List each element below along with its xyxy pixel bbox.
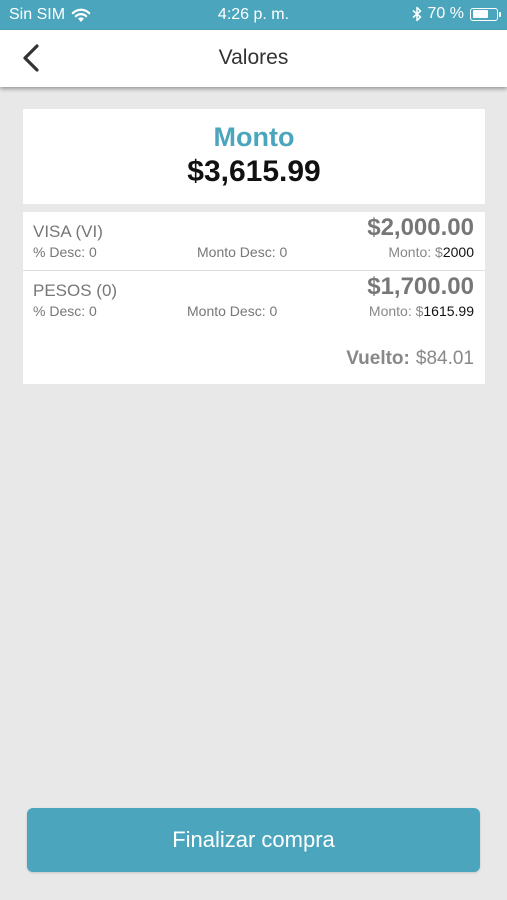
discount-amount: Monto Desc: 0: [187, 303, 278, 319]
payment-row-pesos[interactable]: PESOS (0) $1,700.00 % Desc: 0 Monto Desc…: [23, 271, 485, 329]
payment-monto: Monto: $2000: [388, 244, 474, 260]
payment-method-name: VISA (VI): [33, 222, 103, 241]
discount-percent: % Desc: 0: [33, 244, 97, 260]
navigation-bar: Valores: [0, 30, 507, 87]
change-value: $84.01: [415, 348, 474, 369]
finalize-purchase-button[interactable]: Finalizar compra: [27, 808, 480, 872]
payment-row-visa[interactable]: VISA (VI) $2,000.00 % Desc: 0 Monto Desc…: [23, 212, 485, 270]
discount-amount: Monto Desc: 0: [197, 244, 288, 260]
monto-value: 2000: [442, 244, 474, 260]
battery-fill: [472, 10, 488, 18]
battery-percent: 70 %: [427, 5, 464, 22]
amount-value: $3,615.99: [187, 155, 321, 188]
payment-method-name: PESOS (0): [33, 281, 118, 300]
payments-card: VISA (VI) $2,000.00 % Desc: 0 Monto Desc…: [23, 212, 485, 384]
amount-label: Monto: [213, 122, 295, 152]
discount-percent: % Desc: 0: [33, 303, 97, 319]
monto-value: 1615.99: [423, 303, 474, 319]
monto-label: Monto: $: [388, 244, 443, 260]
total-amount-card: Monto $3,615.99: [23, 109, 485, 204]
page-title: Valores: [218, 46, 289, 69]
battery-icon: [470, 7, 501, 21]
change-row: Vuelto: $84.01: [346, 348, 474, 370]
monto-label: Monto: $: [368, 303, 424, 319]
change-label: Vuelto:: [346, 348, 410, 369]
payment-monto: Monto: $1615.99: [369, 303, 474, 319]
payment-amount: $2,000.00: [367, 214, 474, 241]
status-bar: Sin SIM 4:26 p. m. 70 %: [0, 0, 507, 30]
payment-amount: $1,700.00: [367, 273, 474, 300]
status-right: 70 %: [412, 5, 501, 23]
bluetooth-icon: [412, 6, 421, 22]
